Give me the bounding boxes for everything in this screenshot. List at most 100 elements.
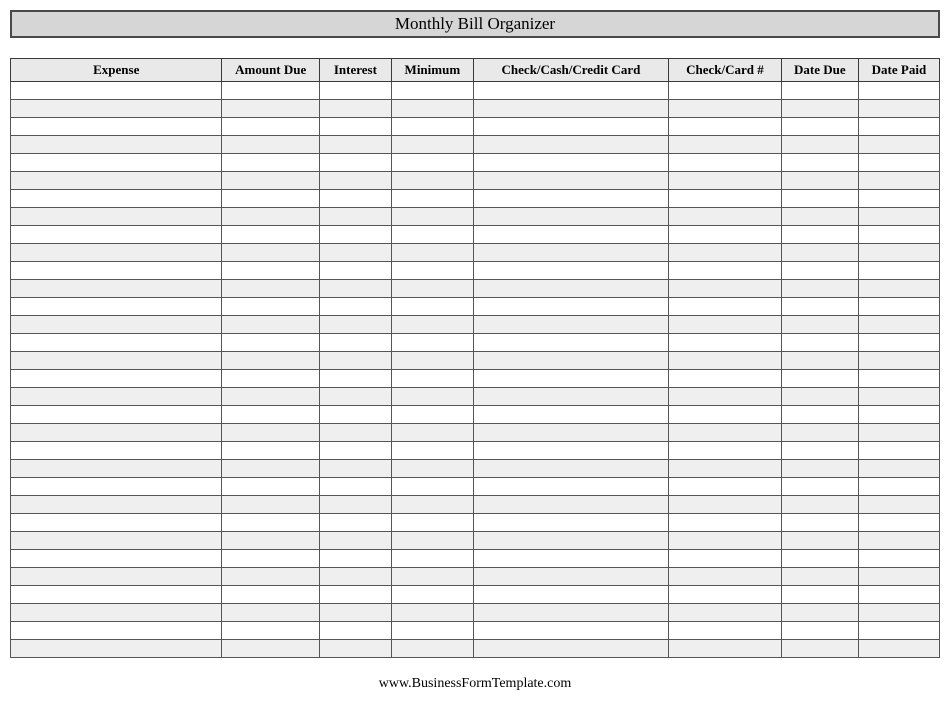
table-cell[interactable]: [319, 226, 391, 244]
table-cell[interactable]: [781, 262, 858, 280]
table-cell[interactable]: [391, 154, 473, 172]
table-cell[interactable]: [319, 190, 391, 208]
table-cell[interactable]: [668, 136, 781, 154]
table-cell[interactable]: [222, 442, 320, 460]
table-cell[interactable]: [391, 190, 473, 208]
table-cell[interactable]: [781, 460, 858, 478]
table-cell[interactable]: [473, 298, 668, 316]
table-cell[interactable]: [222, 118, 320, 136]
table-cell[interactable]: [391, 172, 473, 190]
table-cell[interactable]: [319, 352, 391, 370]
table-cell[interactable]: [668, 442, 781, 460]
table-cell[interactable]: [11, 424, 222, 442]
table-cell[interactable]: [391, 208, 473, 226]
table-cell[interactable]: [11, 262, 222, 280]
table-cell[interactable]: [391, 226, 473, 244]
table-cell[interactable]: [858, 154, 939, 172]
table-cell[interactable]: [319, 118, 391, 136]
table-cell[interactable]: [319, 532, 391, 550]
table-cell[interactable]: [11, 406, 222, 424]
table-cell[interactable]: [858, 460, 939, 478]
table-cell[interactable]: [781, 370, 858, 388]
table-cell[interactable]: [668, 424, 781, 442]
table-cell[interactable]: [391, 298, 473, 316]
table-cell[interactable]: [858, 262, 939, 280]
table-cell[interactable]: [319, 388, 391, 406]
table-cell[interactable]: [781, 406, 858, 424]
table-cell[interactable]: [391, 442, 473, 460]
table-cell[interactable]: [781, 604, 858, 622]
table-cell[interactable]: [473, 190, 668, 208]
table-cell[interactable]: [668, 388, 781, 406]
table-cell[interactable]: [319, 100, 391, 118]
table-cell[interactable]: [781, 226, 858, 244]
table-cell[interactable]: [391, 514, 473, 532]
table-cell[interactable]: [473, 280, 668, 298]
table-cell[interactable]: [391, 478, 473, 496]
table-cell[interactable]: [781, 442, 858, 460]
table-cell[interactable]: [781, 388, 858, 406]
table-cell[interactable]: [391, 640, 473, 658]
table-cell[interactable]: [319, 424, 391, 442]
table-cell[interactable]: [473, 424, 668, 442]
table-cell[interactable]: [473, 172, 668, 190]
table-cell[interactable]: [11, 100, 222, 118]
table-cell[interactable]: [781, 82, 858, 100]
table-cell[interactable]: [391, 280, 473, 298]
table-cell[interactable]: [473, 244, 668, 262]
table-cell[interactable]: [222, 424, 320, 442]
table-cell[interactable]: [222, 640, 320, 658]
table-cell[interactable]: [473, 604, 668, 622]
table-cell[interactable]: [11, 118, 222, 136]
table-cell[interactable]: [319, 316, 391, 334]
table-cell[interactable]: [391, 244, 473, 262]
table-cell[interactable]: [473, 118, 668, 136]
table-cell[interactable]: [668, 298, 781, 316]
table-cell[interactable]: [391, 352, 473, 370]
table-cell[interactable]: [222, 496, 320, 514]
table-cell[interactable]: [222, 208, 320, 226]
table-cell[interactable]: [391, 82, 473, 100]
table-cell[interactable]: [11, 334, 222, 352]
table-cell[interactable]: [11, 640, 222, 658]
table-cell[interactable]: [319, 550, 391, 568]
table-cell[interactable]: [473, 226, 668, 244]
table-cell[interactable]: [781, 298, 858, 316]
table-cell[interactable]: [781, 154, 858, 172]
table-cell[interactable]: [473, 370, 668, 388]
table-cell[interactable]: [319, 568, 391, 586]
table-cell[interactable]: [222, 154, 320, 172]
table-cell[interactable]: [391, 100, 473, 118]
table-cell[interactable]: [391, 532, 473, 550]
table-cell[interactable]: [11, 568, 222, 586]
table-cell[interactable]: [11, 172, 222, 190]
table-cell[interactable]: [473, 352, 668, 370]
table-cell[interactable]: [222, 172, 320, 190]
table-cell[interactable]: [473, 622, 668, 640]
table-cell[interactable]: [858, 568, 939, 586]
table-cell[interactable]: [858, 496, 939, 514]
table-cell[interactable]: [222, 352, 320, 370]
table-cell[interactable]: [11, 136, 222, 154]
table-cell[interactable]: [222, 604, 320, 622]
table-cell[interactable]: [473, 154, 668, 172]
table-cell[interactable]: [858, 100, 939, 118]
table-cell[interactable]: [473, 478, 668, 496]
table-cell[interactable]: [668, 82, 781, 100]
table-cell[interactable]: [858, 388, 939, 406]
table-cell[interactable]: [858, 424, 939, 442]
table-cell[interactable]: [222, 280, 320, 298]
table-cell[interactable]: [222, 622, 320, 640]
table-cell[interactable]: [222, 262, 320, 280]
table-cell[interactable]: [319, 370, 391, 388]
table-cell[interactable]: [668, 532, 781, 550]
table-cell[interactable]: [319, 460, 391, 478]
table-cell[interactable]: [473, 550, 668, 568]
table-cell[interactable]: [391, 136, 473, 154]
table-cell[interactable]: [781, 280, 858, 298]
table-cell[interactable]: [858, 406, 939, 424]
table-cell[interactable]: [668, 640, 781, 658]
table-cell[interactable]: [668, 118, 781, 136]
table-cell[interactable]: [668, 370, 781, 388]
table-cell[interactable]: [668, 280, 781, 298]
